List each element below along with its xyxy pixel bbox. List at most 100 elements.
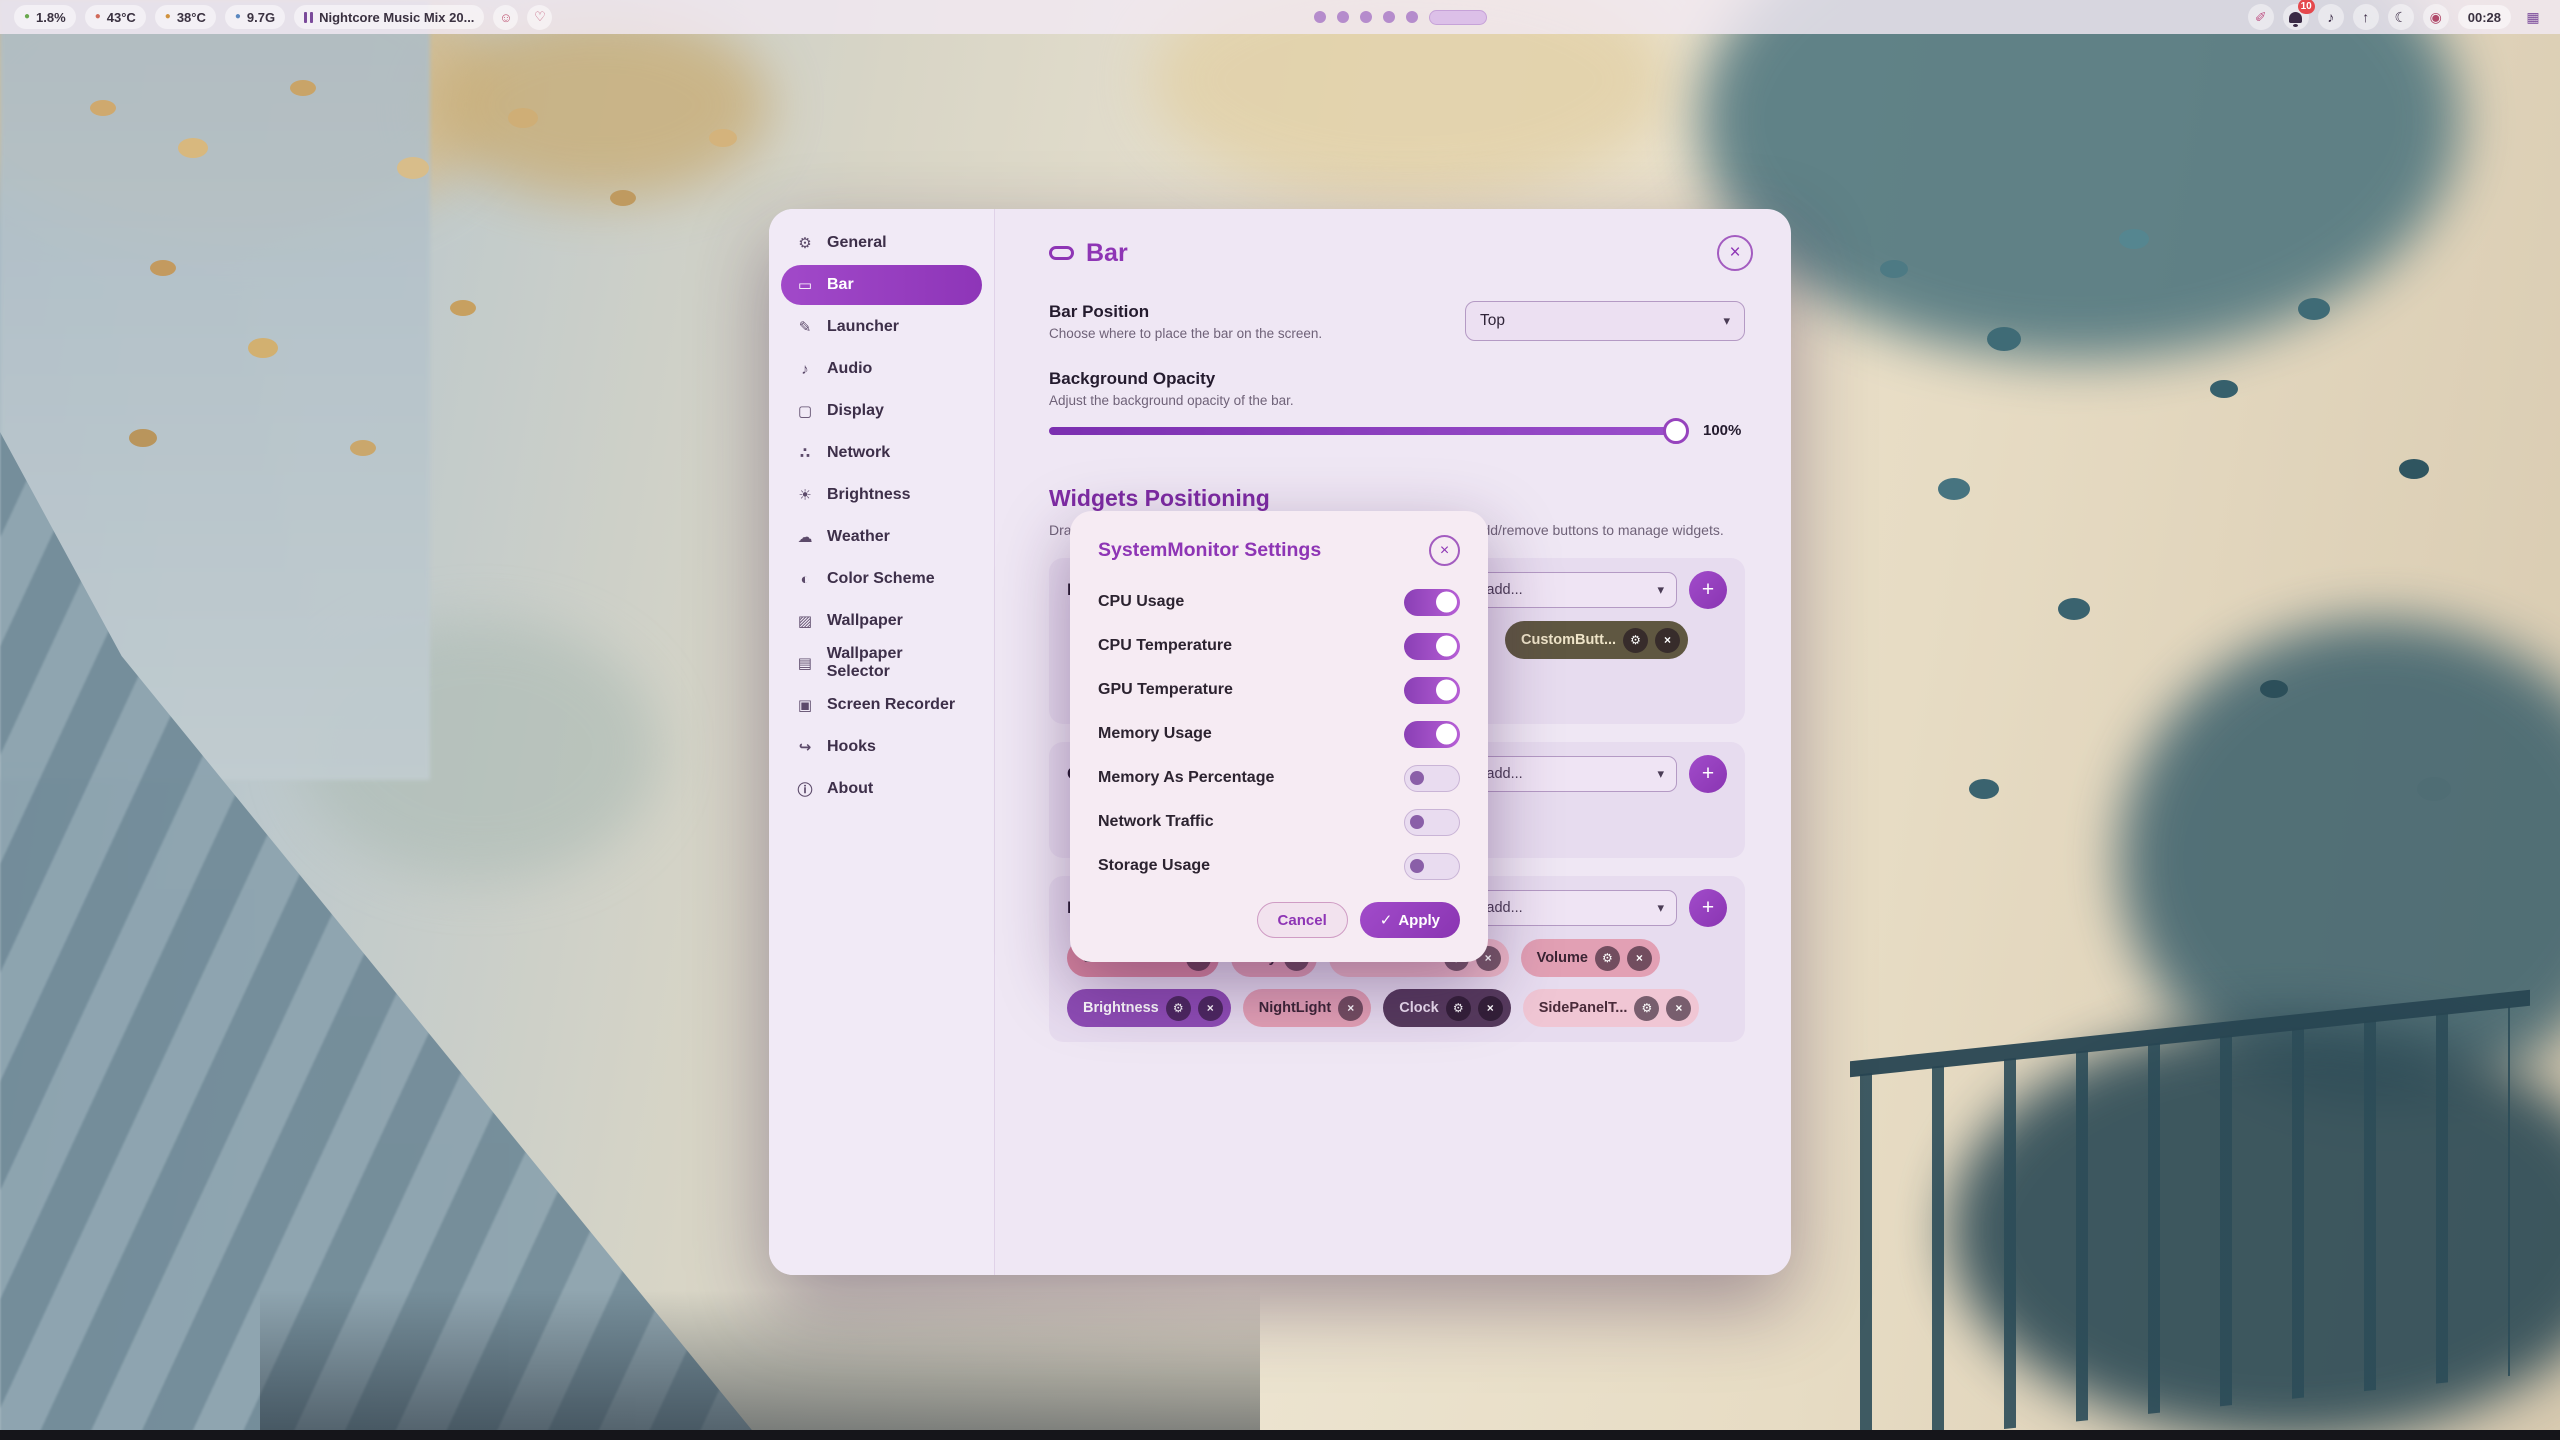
gear-icon[interactable]: ⚙ bbox=[1446, 996, 1471, 1021]
apply-button[interactable]: ✓ Apply bbox=[1360, 902, 1460, 938]
memory-usage-toggle[interactable] bbox=[1404, 721, 1460, 748]
sidebar-item-color-scheme[interactable]: ◐ Color Scheme bbox=[781, 559, 982, 599]
memory-as-percentage-toggle[interactable] bbox=[1404, 765, 1460, 792]
sidebar-item-audio[interactable]: ♪ Audio bbox=[781, 349, 982, 389]
media-widget[interactable]: Nightcore Music Mix 20... bbox=[294, 5, 484, 29]
sidebar-item-label: Network bbox=[827, 444, 890, 462]
sidebar-item-label: About bbox=[827, 780, 873, 798]
widget-chip-clock[interactable]: Clock ⚙ × bbox=[1383, 989, 1511, 1027]
volume-icon[interactable]: ♪ bbox=[2318, 4, 2344, 30]
favorite-button[interactable]: ♡ bbox=[527, 5, 552, 30]
record-icon[interactable]: ◉ bbox=[2423, 4, 2449, 30]
toggle-row-cpu-usage: CPU Usage bbox=[1098, 580, 1460, 624]
cpu-temperature-toggle[interactable] bbox=[1404, 633, 1460, 660]
hook-icon: ↪ bbox=[795, 738, 815, 756]
background-opacity-row: Background Opacity Adjust the background… bbox=[1049, 369, 1745, 439]
workspace-dot[interactable] bbox=[1314, 11, 1326, 23]
storage-usage-toggle[interactable] bbox=[1404, 853, 1460, 880]
sidebar-item-label: Weather bbox=[827, 528, 890, 546]
workspace-active-pill[interactable] bbox=[1429, 10, 1487, 25]
gpu-temperature-toggle[interactable] bbox=[1404, 677, 1460, 704]
sidebar-item-network[interactable]: ∴ Network bbox=[781, 433, 982, 473]
sidebar-item-screen-recorder[interactable]: ▣ Screen Recorder bbox=[781, 685, 982, 725]
arrow-up-icon[interactable]: ↑ bbox=[2353, 4, 2379, 30]
sidebar-item-launcher[interactable]: ✎ Launcher bbox=[781, 307, 982, 347]
add-widget-button[interactable]: + bbox=[1689, 889, 1727, 927]
widget-chip-brightness[interactable]: Brightness ⚙ × bbox=[1067, 989, 1231, 1027]
color-picker-icon[interactable]: ✐ bbox=[2248, 4, 2274, 30]
workspace-dot[interactable] bbox=[1337, 11, 1349, 23]
night-light-icon[interactable]: ☾ bbox=[2388, 4, 2414, 30]
sidebar-item-bar[interactable]: ▭ Bar bbox=[781, 265, 982, 305]
chevron-down-icon: ▾ bbox=[1657, 766, 1664, 782]
gear-icon[interactable]: ⚙ bbox=[1595, 946, 1620, 971]
memory-value: 9.7G bbox=[247, 10, 275, 25]
opacity-slider-knob[interactable] bbox=[1663, 418, 1689, 444]
close-icon[interactable]: × bbox=[1655, 628, 1680, 653]
check-icon: ✓ bbox=[1380, 911, 1393, 929]
sidebar-item-wallpaper[interactable]: ▨ Wallpaper bbox=[781, 601, 982, 641]
toggle-row-storage-usage: Storage Usage bbox=[1098, 844, 1460, 888]
bar-position-desc: Choose where to place the bar on the scr… bbox=[1049, 326, 1322, 341]
widget-chip-custombutton[interactable]: CustomButt... ⚙ × bbox=[1505, 621, 1688, 659]
bar-position-select[interactable]: Top ▾ bbox=[1465, 301, 1745, 341]
media-title: Nightcore Music Mix 20... bbox=[319, 10, 474, 25]
apps-grid-icon[interactable]: ▦ bbox=[2520, 4, 2546, 30]
gear-icon[interactable]: ⚙ bbox=[1166, 996, 1191, 1021]
sidebar-item-display[interactable]: ▢ Display bbox=[781, 391, 982, 431]
cancel-button[interactable]: Cancel bbox=[1257, 902, 1348, 938]
gear-icon[interactable]: ⚙ bbox=[1634, 996, 1659, 1021]
top-bar-left: ● 1.8% ● 43°C ● 38°C ● 9.7G Nightcore Mu… bbox=[14, 5, 552, 30]
sidebar-item-brightness[interactable]: ☀ Brightness bbox=[781, 475, 982, 515]
opacity-slider[interactable] bbox=[1049, 427, 1685, 435]
sidebar-item-general[interactable]: ⚙ General bbox=[781, 223, 982, 263]
widget-chip-sidepanel[interactable]: SidePanelT... ⚙ × bbox=[1523, 989, 1700, 1027]
gpu-temp-widget[interactable]: ● 38°C bbox=[155, 5, 216, 29]
close-icon[interactable]: × bbox=[1198, 996, 1223, 1021]
sidebar-item-label: Color Scheme bbox=[827, 570, 935, 588]
sidebar-item-label: Brightness bbox=[827, 486, 911, 504]
gallery-icon: ▤ bbox=[795, 654, 815, 672]
network-traffic-toggle[interactable] bbox=[1404, 809, 1460, 836]
wallpaper-bottom-edge bbox=[0, 1430, 2560, 1440]
sidebar-item-hooks[interactable]: ↪ Hooks bbox=[781, 727, 982, 767]
image-icon: ▨ bbox=[795, 612, 815, 630]
sidebar-item-wallpaper-selector[interactable]: ▤ Wallpaper Selector bbox=[781, 643, 982, 683]
cpu-usage-widget[interactable]: ● 1.8% bbox=[14, 5, 76, 29]
clock[interactable]: 00:28 bbox=[2458, 5, 2511, 29]
close-icon[interactable]: × bbox=[1666, 996, 1691, 1021]
sidebar-item-weather[interactable]: ☁ Weather bbox=[781, 517, 982, 557]
widget-chip-nightlight[interactable]: NightLight × bbox=[1243, 989, 1371, 1027]
widget-chip-volume[interactable]: Volume ⚙ × bbox=[1521, 939, 1660, 977]
add-widget-button[interactable]: + bbox=[1689, 755, 1727, 793]
gear-icon[interactable]: ⚙ bbox=[1623, 628, 1648, 653]
toggle-row-gpu-temperature: GPU Temperature bbox=[1098, 668, 1460, 712]
sidebar-item-label: Bar bbox=[827, 276, 854, 294]
bell-icon[interactable]: 10 bbox=[2283, 4, 2309, 30]
toggle-row-network-traffic: Network Traffic bbox=[1098, 800, 1460, 844]
weather-icon: ☁ bbox=[795, 528, 815, 546]
add-widget-button[interactable]: + bbox=[1689, 571, 1727, 609]
workspace-dot[interactable] bbox=[1383, 11, 1395, 23]
cpu-temp-widget[interactable]: ● 43°C bbox=[85, 5, 146, 29]
modal-close-button[interactable]: × bbox=[1429, 535, 1460, 566]
bar-position-row: Bar Position Choose where to place the b… bbox=[1049, 301, 1745, 341]
emoji-button[interactable]: ☺ bbox=[493, 5, 518, 30]
workspace-dot[interactable] bbox=[1406, 11, 1418, 23]
close-icon[interactable]: × bbox=[1478, 996, 1503, 1021]
cpu-usage-toggle[interactable] bbox=[1404, 589, 1460, 616]
workspace-dot[interactable] bbox=[1360, 11, 1372, 23]
sidebar-item-label: Wallpaper bbox=[827, 612, 903, 630]
sidebar: ⚙ General ▭ Bar ✎ Launcher ♪ Audio ▢ Dis… bbox=[769, 209, 995, 1275]
sidebar-item-label: General bbox=[827, 234, 887, 252]
close-button[interactable]: × bbox=[1717, 235, 1753, 271]
page-header: Bar bbox=[1049, 231, 1745, 275]
sidebar-item-about[interactable]: ⓘ About bbox=[781, 769, 982, 809]
close-icon[interactable]: × bbox=[1627, 946, 1652, 971]
close-icon[interactable]: × bbox=[1338, 996, 1363, 1021]
toggle-row-memory-usage: Memory Usage bbox=[1098, 712, 1460, 756]
wallpaper-leaves bbox=[1880, 260, 1908, 278]
memory-widget[interactable]: ● 9.7G bbox=[225, 5, 285, 29]
palette-icon: ◐ bbox=[795, 571, 815, 588]
sidebar-item-label: Hooks bbox=[827, 738, 876, 756]
